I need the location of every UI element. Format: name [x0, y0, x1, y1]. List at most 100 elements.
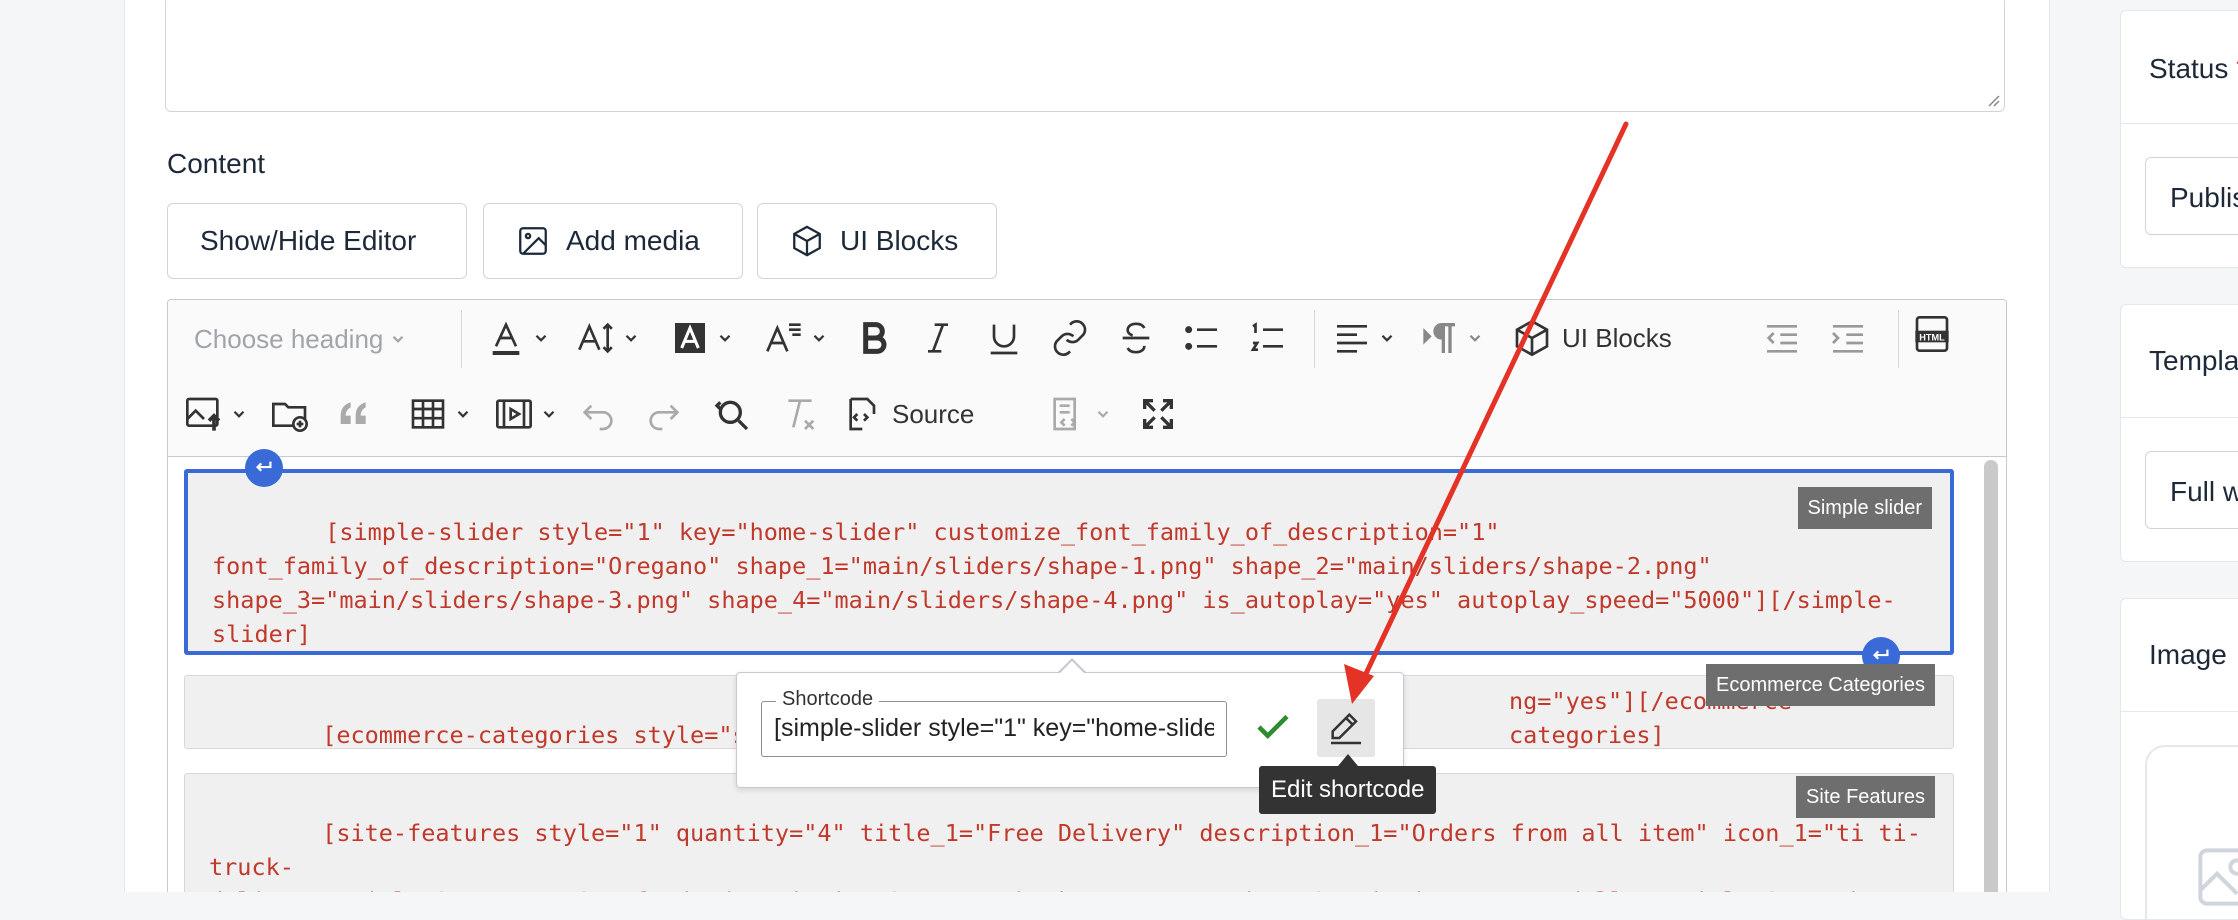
redo-button[interactable] — [644, 394, 684, 434]
alignment-button[interactable] — [1332, 318, 1396, 358]
underline-icon — [990, 324, 1018, 355]
heading-dropdown[interactable]: Choose heading — [194, 320, 407, 358]
image-divider — [2121, 711, 2238, 712]
strikethrough-button[interactable] — [1116, 318, 1156, 358]
simple-slider-widget-label: Simple slider — [1797, 487, 1932, 529]
undo-icon — [582, 404, 613, 431]
strikethrough-icon — [1122, 322, 1150, 354]
chevron-down-icon — [1381, 334, 1393, 342]
outdent-button[interactable] — [1762, 318, 1802, 358]
toolbar-ui-blocks-label: UI Blocks — [1562, 322, 1672, 353]
status-divider — [2121, 123, 2238, 124]
site-features-widget[interactable]: [site-features style="1" quantity="4" ti… — [184, 773, 1954, 892]
edit-shortcode-tooltip: Edit shortcode — [1259, 766, 1437, 814]
show-blocks-button[interactable] — [1048, 394, 1112, 434]
font-family-button[interactable] — [764, 318, 828, 358]
text-direction-button[interactable] — [1420, 318, 1484, 358]
numbered-list-button[interactable] — [1248, 318, 1288, 358]
html-embed-button[interactable]: HTML — [1912, 314, 1952, 354]
check-icon — [1257, 714, 1289, 739]
image-placeholder-icon — [2198, 848, 2238, 906]
editor-toolbar: Choose heading UI Blocks HTML Source — [168, 300, 2006, 457]
link-button[interactable] — [1050, 318, 1090, 358]
font-family-icon — [766, 323, 801, 352]
chevron-down-icon — [457, 410, 469, 418]
font-background-icon — [675, 323, 705, 353]
source-code-icon — [849, 397, 876, 431]
status-select[interactable]: Published — [2145, 157, 2238, 235]
font-background-button[interactable] — [670, 318, 734, 358]
remove-format-button[interactable] — [780, 394, 820, 434]
status-card: Status * Published — [2120, 10, 2238, 268]
find-replace-icon — [714, 400, 749, 431]
paragraph-direction-icon — [1423, 323, 1455, 353]
insert-paragraph-before-icon[interactable] — [245, 449, 283, 487]
source-label: Source — [892, 398, 975, 429]
template-title: Template — [2149, 345, 2238, 376]
ui-blocks-label: UI Blocks — [840, 225, 959, 256]
image-card: Image — [2120, 598, 2238, 920]
font-color-button[interactable] — [486, 318, 550, 358]
redo-icon — [649, 404, 680, 431]
cube-icon — [793, 225, 821, 257]
editor-scrollbar[interactable] — [1984, 460, 1998, 892]
source-button[interactable]: Source — [844, 394, 974, 434]
insert-image-icon — [186, 397, 221, 431]
find-replace-button[interactable] — [712, 394, 752, 434]
font-size-icon — [578, 322, 613, 354]
font-size-button[interactable] — [576, 318, 640, 358]
edit-shortcode-button[interactable] — [1317, 699, 1375, 757]
insert-table-button[interactable] — [408, 394, 472, 434]
template-select[interactable]: Full width — [2145, 451, 2238, 529]
chevron-down-icon — [719, 334, 731, 342]
add-media-label: Add media — [566, 225, 700, 256]
rich-text-editor: Choose heading UI Blocks HTML Source [si… — [167, 299, 2007, 892]
show-hide-editor-button[interactable]: Show/Hide Editor — [167, 203, 467, 279]
font-color-icon — [492, 321, 520, 355]
cube-icon — [1515, 319, 1549, 357]
svg-text:HTML: HTML — [1919, 332, 1945, 342]
balloon-pointer-inner — [1060, 661, 1084, 673]
bulleted-list-button[interactable] — [1182, 318, 1222, 358]
save-shortcode-button[interactable] — [1245, 699, 1301, 755]
quote-icon — [340, 402, 366, 424]
image-title: Image — [2149, 639, 2227, 670]
chevron-down-icon — [233, 410, 245, 418]
show-blocks-icon — [1053, 397, 1077, 431]
chevron-down-icon — [543, 410, 555, 418]
indent-icon — [1832, 325, 1863, 353]
underline-button[interactable] — [984, 318, 1024, 358]
ui-blocks-button[interactable]: UI Blocks — [757, 203, 997, 279]
toolbar-ui-blocks-button[interactable]: UI Blocks — [1512, 318, 1672, 358]
insert-image-button[interactable] — [184, 394, 248, 434]
simple-slider-widget[interactable]: [simple-slider style="1" key="home-slide… — [184, 469, 1954, 655]
shortcode-field[interactable]: Shortcode [simple-slider style="1" key="… — [761, 688, 1227, 757]
add-media-button[interactable]: Add media — [483, 203, 743, 279]
shortcode-input[interactable]: [simple-slider style="1" key="home-slide… — [774, 714, 1214, 743]
undo-button[interactable] — [578, 394, 618, 434]
media-embed-button[interactable] — [494, 394, 558, 434]
file-manager-button[interactable] — [270, 394, 310, 434]
italic-button[interactable] — [918, 318, 958, 358]
blockquote-button[interactable] — [334, 394, 374, 434]
resize-grip-icon[interactable] — [1986, 93, 2000, 107]
template-card: Template Full width — [2120, 304, 2238, 562]
description-textarea[interactable] — [165, 0, 2005, 112]
site-features-widget-label: Site Features — [1796, 776, 1935, 818]
template-divider — [2121, 417, 2238, 418]
bold-button[interactable] — [854, 318, 894, 358]
fullscreen-button[interactable] — [1138, 394, 1178, 434]
indent-button[interactable] — [1828, 318, 1868, 358]
content-label: Content — [167, 148, 266, 179]
align-left-icon — [1337, 325, 1367, 353]
image-placeholder[interactable] — [2145, 745, 2238, 919]
italic-icon — [928, 323, 948, 353]
ecommerce-categories-widget-label: Ecommerce Categories — [1706, 664, 1935, 706]
html-embed-icon: HTML — [1915, 316, 1949, 352]
outdent-icon — [1766, 325, 1797, 353]
image-icon — [519, 227, 547, 255]
shortcode-field-label: Shortcode — [776, 688, 880, 711]
chevron-down-icon — [1469, 334, 1481, 342]
folder-add-icon — [272, 402, 308, 432]
status-title: Status * — [2149, 53, 2238, 85]
